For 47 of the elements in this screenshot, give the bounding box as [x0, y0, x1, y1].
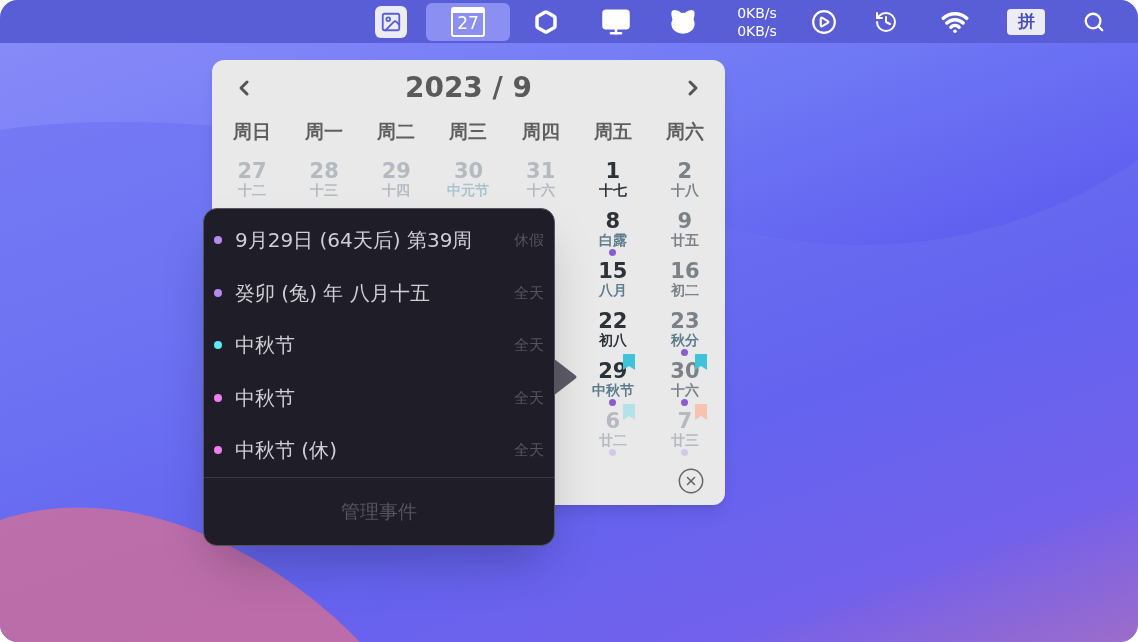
lunar-date: 中元节 [447, 182, 490, 198]
event-title[interactable]: 中秋节 [235, 382, 295, 413]
network-speed-button[interactable]: 0KB/s 0KB/s [712, 2, 802, 41]
play-icon [811, 8, 837, 35]
lunar-date: 白露 [598, 232, 627, 248]
event-title[interactable]: 癸卯 (兔) 年 八月十五 [235, 277, 430, 308]
lunar-date: 秋分 [670, 332, 699, 348]
day-number[interactable]: 2 [677, 160, 693, 182]
lunar-date: 十七 [598, 182, 627, 198]
day-number[interactable]: 8 [605, 210, 621, 232]
lunar-date: 初二 [670, 282, 699, 298]
network-speed: 0KB/s [737, 21, 777, 40]
network-speed: 0KB/s [737, 3, 777, 22]
event-title[interactable]: 中秋节 (休) [235, 435, 337, 466]
day-number[interactable]: 9 [677, 210, 693, 232]
close-button[interactable] [677, 467, 705, 495]
hexagon-icon [534, 9, 558, 34]
lunar-date: 八月 [598, 282, 627, 298]
weekday-label: 周五 [592, 118, 633, 144]
weekday-label: 周一 [304, 118, 345, 144]
day-number[interactable]: 29 [598, 360, 628, 382]
lunar-date: 十八 [670, 182, 699, 198]
day-number[interactable]: 16 [670, 260, 700, 282]
weekday-label: 周三 [448, 118, 489, 144]
weekday-label: 周二 [376, 118, 417, 144]
day-number[interactable]: 15 [598, 260, 628, 282]
cat-icon [669, 7, 697, 36]
month-title: 2023 / 9 [404, 70, 533, 106]
lunar-date: 廿五 [670, 232, 699, 248]
day-number[interactable]: 22 [598, 310, 628, 332]
day-number[interactable]: 23 [670, 310, 700, 332]
manage-events-button[interactable]: 管理事件 [341, 497, 417, 526]
lunar-date: 初八 [598, 332, 627, 348]
lunar-date: 十六 [670, 382, 699, 398]
calendar-tray-button[interactable]: 27 [426, 2, 510, 41]
weekday-label: 周日 [232, 118, 273, 144]
event-title[interactable]: 中秋节 [235, 330, 295, 361]
input-method-button[interactable]: 拼 [984, 2, 1068, 41]
lunar-date: 中秋节 [591, 382, 634, 398]
search-icon [1083, 10, 1105, 33]
weekday-label: 周六 [664, 118, 705, 144]
weekday-label: 周四 [520, 118, 561, 144]
photo-icon [380, 10, 402, 33]
history-icon [874, 9, 898, 34]
day-number[interactable]: 1 [605, 160, 621, 182]
close-icon [677, 467, 705, 495]
event-title[interactable]: 9月29日 (64天后) 第39周 [235, 225, 473, 256]
